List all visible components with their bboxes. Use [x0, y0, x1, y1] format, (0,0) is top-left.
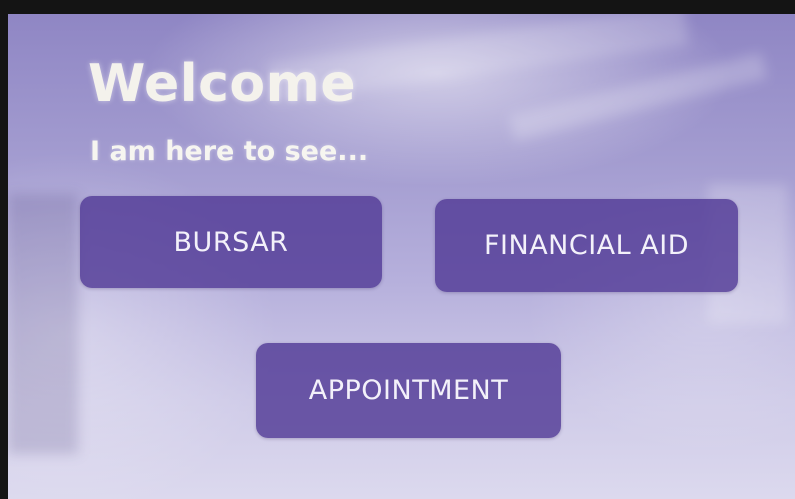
financial-aid-button[interactable]: FINANCIAL AID	[435, 199, 738, 292]
bursar-button[interactable]: BURSAR	[80, 196, 382, 288]
kiosk-screen: Welcome I am here to see... BURSAR FINAN…	[8, 14, 795, 499]
background-glare	[508, 52, 768, 142]
appointment-button[interactable]: APPOINTMENT	[256, 343, 561, 438]
background-shadow	[8, 194, 78, 454]
kiosk-frame: Welcome I am here to see... BURSAR FINAN…	[0, 0, 795, 499]
welcome-subtitle: I am here to see...	[90, 136, 369, 167]
welcome-title: Welcome	[88, 54, 357, 114]
